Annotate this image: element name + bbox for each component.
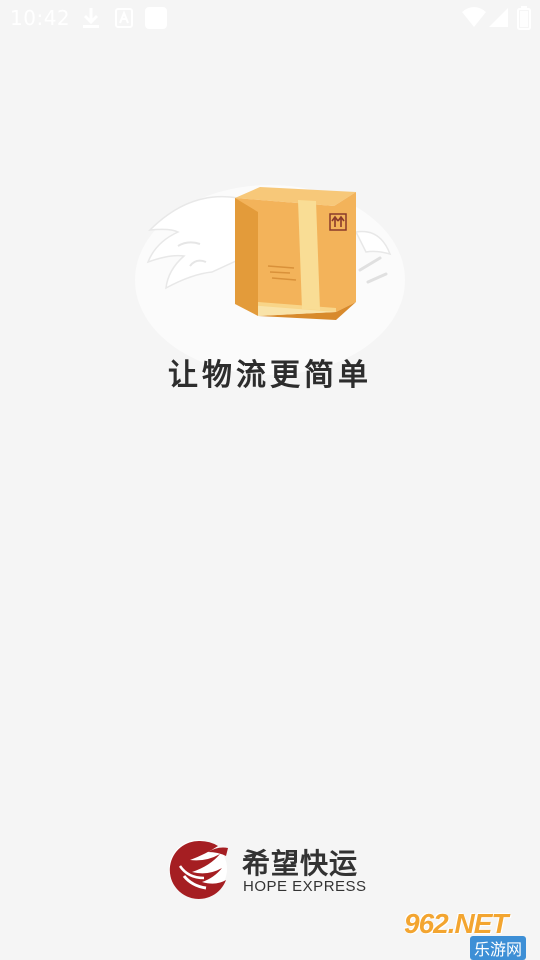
download-icon — [80, 6, 102, 34]
battery-icon — [517, 6, 531, 34]
splash-slogan: 让物流更简单 — [168, 358, 372, 393]
brand-logo-icon — [166, 838, 230, 900]
brand-block: 希望快运 HOPE EXPRESS — [166, 838, 376, 900]
app-icon — [145, 6, 167, 34]
splash-screen: 10:42 让物流更简单 希望快运 HOPE EXPRESS 962.NET 乐… — [0, 0, 540, 960]
signal-icon — [489, 6, 509, 32]
status-bar: 10:42 — [0, 0, 540, 36]
a11y-icon — [114, 6, 134, 34]
wifi-icon — [462, 6, 486, 32]
watermark-sub: 乐游网 — [470, 936, 527, 960]
brand-name-cn: 希望快运 — [242, 847, 359, 880]
status-time: 10:42 — [10, 6, 71, 30]
brand-name-en: HOPE EXPRESS — [243, 878, 367, 895]
watermark: 962.NET 乐游网 — [398, 908, 536, 960]
